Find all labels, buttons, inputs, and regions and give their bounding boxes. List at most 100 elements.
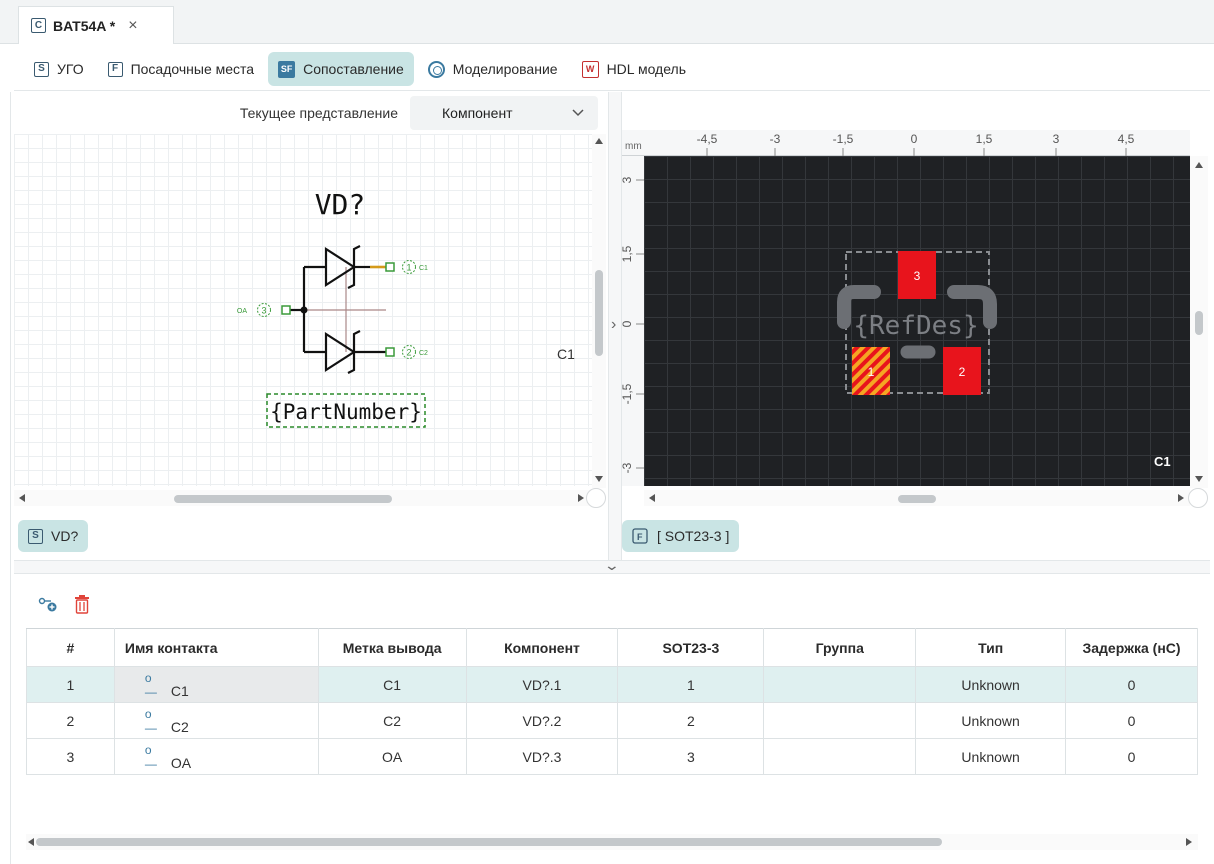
- pad-cell[interactable]: 2: [617, 702, 765, 739]
- column-header[interactable]: Имя контакта: [113, 628, 319, 667]
- add-pin-icon[interactable]: [38, 595, 60, 613]
- column-header[interactable]: #: [26, 628, 115, 667]
- pin-2-marker: [385, 347, 395, 357]
- close-icon[interactable]: ×: [128, 17, 137, 35]
- scroll-left-icon[interactable]: [19, 494, 25, 502]
- delay-cell[interactable]: 0: [1065, 666, 1198, 703]
- ruler-tick-label: -3: [770, 132, 781, 146]
- scroll-right-icon[interactable]: [578, 494, 584, 502]
- pin-name-cell[interactable]: o— C2: [114, 702, 319, 739]
- footprint-horizontal-scrollbar[interactable]: [644, 490, 1190, 506]
- representation-bar: Текущее представление Компонент: [14, 92, 606, 134]
- ruler-tick-label: -3: [622, 462, 634, 473]
- column-header[interactable]: SOT23-3: [617, 628, 765, 667]
- scroll-right-icon[interactable]: [1178, 494, 1184, 502]
- tab-mapping[interactable]: SF Сопоставление: [268, 52, 414, 86]
- pin-label-cell[interactable]: C1: [318, 666, 467, 703]
- representation-select[interactable]: Компонент: [410, 96, 598, 130]
- junction: [300, 306, 308, 314]
- component-icon: C: [31, 18, 46, 33]
- vertical-splitter[interactable]: ›: [608, 92, 622, 562]
- table-row[interactable]: 3 o— OA OA VD?.3 3 Unknown 0: [26, 738, 1198, 775]
- pin-label-cell[interactable]: OA: [318, 738, 467, 775]
- scroll-right-icon[interactable]: [1186, 838, 1192, 846]
- tab-label: Моделирование: [452, 61, 558, 77]
- footprint-vertical-scrollbar[interactable]: [1190, 156, 1208, 488]
- symbol-horizontal-scrollbar[interactable]: [14, 490, 590, 506]
- group-cell[interactable]: [763, 702, 917, 739]
- symbol-vertical-scrollbar[interactable]: [592, 134, 606, 488]
- symbol-chip-label: VD?: [51, 528, 79, 544]
- component-cell[interactable]: VD?.2: [466, 702, 619, 739]
- type-cell[interactable]: Unknown: [915, 738, 1067, 775]
- tab-footprints[interactable]: F Посадочные места: [98, 52, 265, 86]
- units-label: mm: [625, 141, 642, 152]
- ruler-tick-label: 3: [1053, 132, 1060, 146]
- pin-label-cell[interactable]: C2: [318, 702, 467, 739]
- pad-cell[interactable]: 1: [617, 666, 765, 703]
- scrollbar-thumb[interactable]: [1195, 311, 1203, 335]
- zoom-fit-button[interactable]: [1188, 488, 1208, 508]
- tab-label: Сопоставление: [303, 61, 404, 77]
- scroll-left-icon[interactable]: [28, 838, 34, 846]
- scrollbar-thumb[interactable]: [898, 495, 936, 503]
- pin-name-cell[interactable]: o— C1: [114, 666, 319, 703]
- type-cell[interactable]: Unknown: [915, 666, 1067, 703]
- scroll-up-icon[interactable]: [595, 138, 603, 144]
- symbol-refdes: VD?: [315, 188, 366, 221]
- symbol-drawing: VD? 1 C1 2 C2 3 OA {PartNumber} C1: [237, 188, 575, 428]
- ruler-tick-label: 3: [622, 176, 634, 183]
- delete-icon[interactable]: [74, 594, 90, 614]
- scroll-down-icon[interactable]: [1195, 476, 1203, 482]
- column-header[interactable]: Тип: [915, 628, 1067, 667]
- footprint-canvas[interactable]: {RefDes} 3 1 2 C1: [644, 156, 1190, 486]
- pin-name: C1: [170, 682, 189, 699]
- column-header[interactable]: Задержка (нС): [1065, 628, 1198, 667]
- column-header[interactable]: Метка вывода: [317, 628, 467, 667]
- ruler-top-svg: mm -4,5 -3 -1,5 0 1,5 3 4,5: [622, 132, 1190, 156]
- tab-simulation[interactable]: Моделирование: [418, 52, 568, 86]
- tab-hdl-model[interactable]: W HDL модель: [572, 52, 696, 86]
- scrollbar-thumb[interactable]: [595, 270, 603, 356]
- symbol-chip[interactable]: S VD?: [18, 520, 89, 552]
- delay-cell[interactable]: 0: [1065, 738, 1198, 775]
- scroll-left-icon[interactable]: [649, 494, 655, 502]
- scrollbar-thumb[interactable]: [36, 838, 942, 846]
- component-cell[interactable]: VD?.1: [466, 666, 619, 703]
- scrollbar-thumb[interactable]: [174, 495, 392, 503]
- group-cell[interactable]: [763, 738, 917, 775]
- scroll-down-icon[interactable]: [595, 476, 603, 482]
- tab-symbol[interactable]: S УГО: [24, 52, 94, 86]
- pin-1-marker: [385, 262, 395, 272]
- table-row[interactable]: 1 o— C1 C1 VD?.1 1 Unknown 0: [26, 666, 1198, 703]
- delay-cell[interactable]: 0: [1065, 702, 1198, 739]
- group-cell[interactable]: [763, 666, 917, 703]
- pin-icon: o—: [144, 706, 157, 735]
- diode-bottom: [324, 331, 357, 373]
- column-header[interactable]: Группа: [763, 628, 917, 667]
- table-horizontal-scrollbar[interactable]: [26, 834, 1198, 850]
- zoom-fit-button[interactable]: [586, 488, 606, 508]
- scroll-up-icon[interactable]: [1195, 162, 1203, 168]
- chevron-down-icon: [572, 109, 584, 117]
- type-cell[interactable]: Unknown: [915, 702, 1067, 739]
- component-cell[interactable]: VD?.3: [466, 738, 619, 775]
- symbol-canvas[interactable]: VD? 1 C1 2 C2 3 OA {PartNumber} C1: [14, 134, 604, 486]
- chevron-right-icon[interactable]: ›: [611, 316, 616, 334]
- pad-cell[interactable]: 3: [617, 738, 765, 775]
- column-header[interactable]: Компонент: [465, 628, 619, 667]
- horizontal-splitter[interactable]: ⌄: [14, 557, 1210, 574]
- table-toolbar: [38, 594, 90, 614]
- chevron-down-icon[interactable]: ⌄: [604, 557, 620, 574]
- row-number: 1: [26, 666, 115, 703]
- tab-label: HDL модель: [606, 61, 686, 77]
- pin-name: C2: [170, 718, 189, 735]
- table-row[interactable]: 2 o— C2 C2 VD?.2 2 Unknown 0: [26, 702, 1198, 739]
- simulation-icon: [427, 60, 445, 78]
- document-tab[interactable]: C BAT54A * ×: [18, 6, 174, 44]
- footprint-chip[interactable]: F [ SOT23-3 ]: [622, 520, 740, 552]
- tab-label: УГО: [57, 61, 84, 77]
- pin-1-number: 1: [406, 263, 411, 273]
- pin-name-cell[interactable]: o— OA: [114, 738, 319, 775]
- panel-border: [10, 92, 11, 864]
